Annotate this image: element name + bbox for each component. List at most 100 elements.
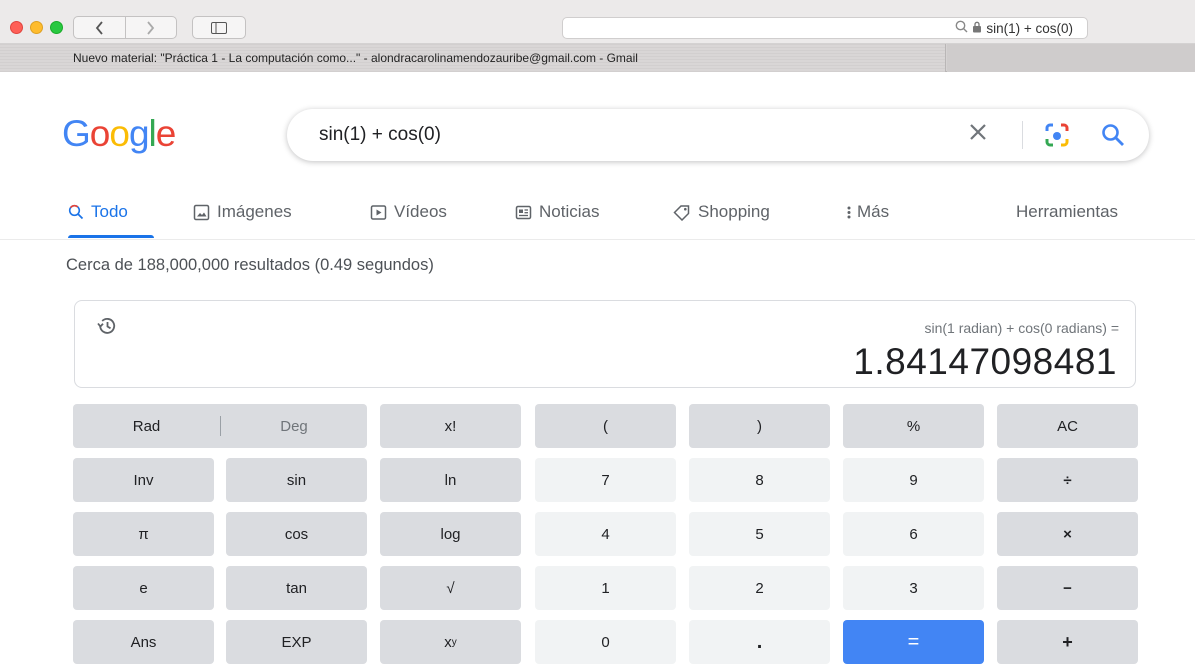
search-icon [955, 20, 968, 36]
percent-button[interactable]: % [843, 404, 984, 448]
close-window-button[interactable] [10, 21, 23, 34]
rad-button[interactable]: Rad [73, 404, 220, 448]
all-clear-button[interactable]: AC [997, 404, 1138, 448]
more-vert-icon [847, 206, 851, 219]
result-stats: Cerca de 188,000,000 resultados (0.49 se… [66, 256, 434, 274]
decimal-point-button[interactable]: . [689, 620, 830, 664]
play-icon [370, 204, 387, 220]
chevron-left-icon [95, 20, 103, 35]
cos-button[interactable]: cos [226, 512, 367, 556]
back-button[interactable] [74, 17, 125, 38]
digit-3-button[interactable]: 3 [843, 566, 984, 610]
digit-6-button[interactable]: 6 [843, 512, 984, 556]
exp-button[interactable]: EXP [226, 620, 367, 664]
calculator-display: sin(1 radian) + cos(0 radians) = 1.84147… [74, 300, 1136, 388]
digit-7-button[interactable]: 7 [535, 458, 676, 502]
tab-noticias[interactable]: Noticias [515, 202, 599, 222]
pi-button[interactable]: π [73, 512, 214, 556]
calculator-expression: sin(1 radian) + cos(0 radians) = [924, 320, 1119, 336]
factorial-button[interactable]: x! [380, 404, 521, 448]
history-icon [97, 318, 116, 334]
zoom-window-button[interactable] [50, 21, 63, 34]
tab-label: Vídeos [394, 202, 447, 221]
tab-videos[interactable]: Vídeos [370, 202, 447, 222]
search-icon [68, 204, 84, 220]
tab-shopping[interactable]: Shopping [673, 202, 770, 222]
tab-label: Más [857, 202, 890, 221]
deg-label: Deg [280, 417, 308, 435]
power-button[interactable]: xy [380, 620, 521, 664]
digit-2-button[interactable]: 2 [689, 566, 830, 610]
tab-mas[interactable]: Más [846, 202, 889, 222]
tab-imagenes[interactable]: Imágenes [193, 202, 292, 222]
sidebar-icon [211, 21, 227, 34]
digit-0-button[interactable]: 0 [535, 620, 676, 664]
digit-9-button[interactable]: 9 [843, 458, 984, 502]
clear-search-button[interactable] [967, 121, 989, 147]
subtract-button[interactable]: − [997, 566, 1138, 610]
address-bar[interactable]: sin(1) + cos(0) [562, 17, 1088, 39]
calculator-result: 1.84147098481 [853, 341, 1117, 382]
tools-button[interactable]: Herramientas [1016, 202, 1118, 222]
open-paren-button[interactable]: ( [535, 404, 676, 448]
tab-label: Todo [91, 202, 128, 221]
power-base: x [444, 633, 452, 651]
tag-icon [673, 204, 690, 221]
tab-title: Nuevo material: "Práctica 1 - La computa… [73, 51, 638, 65]
search-tabs: Todo Imágenes Vídeos Noticias Shopping M… [0, 190, 1195, 240]
lock-icon [972, 21, 982, 36]
tools-label: Herramientas [1016, 202, 1119, 221]
tan-button[interactable]: tan [226, 566, 367, 610]
logo-letter: g [128, 113, 150, 154]
close-paren-button[interactable]: ) [689, 404, 830, 448]
tab-bar-empty [947, 44, 1195, 72]
sin-button[interactable]: sin [226, 458, 367, 502]
digit-4-button[interactable]: 4 [535, 512, 676, 556]
power-exponent: y [451, 636, 457, 648]
tab-label: Imágenes [217, 202, 292, 221]
lens-button[interactable] [1044, 122, 1070, 153]
digit-1-button[interactable]: 1 [535, 566, 676, 610]
equals-button[interactable]: = [843, 620, 984, 664]
rad-label: Rad [132, 417, 161, 435]
minimize-window-button[interactable] [30, 21, 43, 34]
tab-label: Noticias [539, 202, 600, 221]
chevron-right-icon [147, 20, 155, 35]
add-button[interactable]: + [997, 620, 1138, 664]
camera-lens-icon [1045, 123, 1069, 147]
logo-letter: e [155, 113, 177, 154]
forward-button[interactable] [124, 17, 177, 38]
window-titlebar: sin(1) + cos(0) [0, 0, 1195, 44]
euler-button[interactable]: e [73, 566, 214, 610]
answer-button[interactable]: Ans [73, 620, 214, 664]
tab-gmail[interactable]: Nuevo material: "Práctica 1 - La computa… [0, 44, 946, 72]
search-button[interactable] [1100, 122, 1126, 153]
search-divider [1022, 121, 1023, 149]
tab-bar: Nuevo material: "Práctica 1 - La computa… [0, 44, 1195, 72]
logo-letter: o [89, 113, 111, 154]
logo-letter: o [109, 113, 130, 154]
divide-button[interactable]: ÷ [997, 458, 1138, 502]
rad-deg-toggle: Rad Deg [73, 404, 367, 448]
image-icon [193, 204, 210, 220]
ln-button[interactable]: ln [380, 458, 521, 502]
sqrt-button[interactable]: √ [380, 566, 521, 610]
multiply-button[interactable]: × [997, 512, 1138, 556]
history-button[interactable] [96, 315, 118, 342]
address-text: sin(1) + cos(0) [986, 20, 1073, 36]
history-nav [73, 16, 177, 39]
close-icon [970, 124, 986, 140]
active-tab-indicator [68, 235, 154, 238]
google-logo[interactable]: Google [62, 113, 177, 155]
logo-letter: l [148, 113, 157, 154]
inverse-button[interactable]: Inv [73, 458, 214, 502]
digit-5-button[interactable]: 5 [689, 512, 830, 556]
search-input[interactable]: sin(1) + cos(0) [319, 124, 441, 146]
tab-label: Shopping [698, 202, 770, 221]
sidebar-toggle-button[interactable] [192, 16, 246, 39]
digit-8-button[interactable]: 8 [689, 458, 830, 502]
log-button[interactable]: log [380, 512, 521, 556]
deg-button[interactable]: Deg [221, 404, 367, 448]
tab-todo[interactable]: Todo [68, 202, 128, 222]
logo-letter: G [62, 113, 91, 154]
